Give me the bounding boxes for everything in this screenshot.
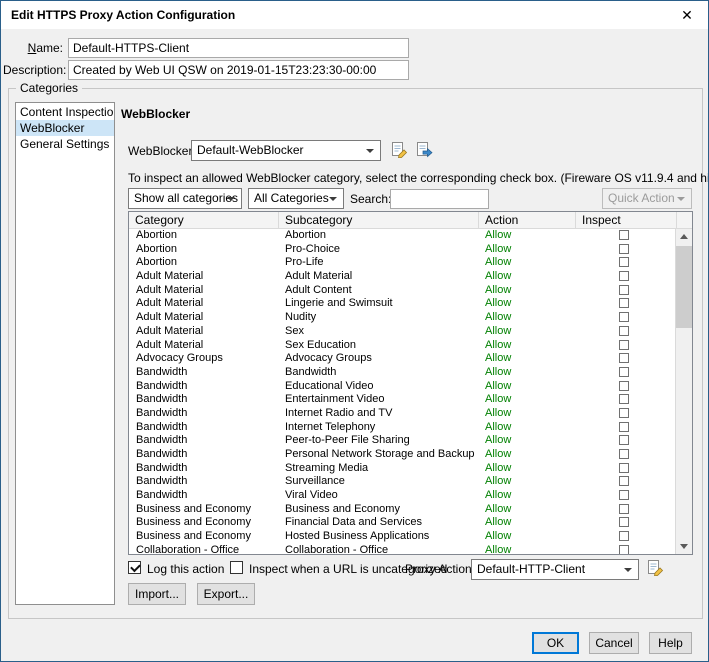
- table-row[interactable]: Bandwidth Surveillance Allow: [129, 475, 675, 489]
- close-icon[interactable]: ✕: [668, 1, 706, 29]
- table-row[interactable]: Adult Material Adult Content Allow: [129, 284, 675, 298]
- inspect-checkbox[interactable]: [619, 380, 629, 391]
- description-field[interactable]: [68, 60, 409, 80]
- ok-button[interactable]: OK: [532, 632, 579, 654]
- view-webblocker-button[interactable]: [413, 140, 436, 162]
- inspect-checkbox[interactable]: [619, 366, 629, 377]
- table-row[interactable]: Advocacy Groups Advocacy Groups Allow: [129, 352, 675, 366]
- table-row[interactable]: Bandwidth Entertainment Video Allow: [129, 393, 675, 407]
- export-button[interactable]: Export...: [197, 583, 255, 605]
- table-row[interactable]: Abortion Pro-Choice Allow: [129, 243, 675, 257]
- column-header-action[interactable]: Action: [479, 212, 576, 229]
- inspect-checkbox[interactable]: [619, 284, 629, 295]
- inspect-checkbox[interactable]: [619, 503, 629, 514]
- table-row[interactable]: Bandwidth Streaming Media Allow: [129, 462, 675, 476]
- cancel-button[interactable]: Cancel: [589, 632, 639, 654]
- title-bar: Edit HTTPS Proxy Action Configuration ✕: [1, 1, 708, 29]
- inspect-checkbox[interactable]: [619, 407, 629, 418]
- column-header-inspect[interactable]: Inspect: [576, 212, 677, 229]
- inspect-checkbox[interactable]: [619, 435, 629, 446]
- open-page-icon: [416, 141, 433, 161]
- inspect-checkbox[interactable]: [619, 353, 629, 364]
- categories-list-item[interactable]: General Settings: [16, 136, 114, 152]
- edit-icon: [647, 559, 664, 579]
- inspect-checkbox[interactable]: [619, 394, 629, 405]
- categories-group-label: Categories: [16, 81, 83, 95]
- inspect-checkbox[interactable]: [619, 517, 629, 528]
- table-row[interactable]: Collaboration - Office Collaboration - Of…: [129, 544, 675, 554]
- proxy-action-dropdown[interactable]: Default-HTTP-Client: [471, 559, 639, 580]
- table-row[interactable]: Bandwidth Educational Video Allow: [129, 380, 675, 394]
- table-row[interactable]: Business and Economy Business and Economy…: [129, 503, 675, 517]
- inspect-checkbox[interactable]: [619, 462, 629, 473]
- inspect-checkbox[interactable]: [619, 490, 629, 501]
- import-button[interactable]: Import...: [128, 583, 186, 605]
- inspect-checkbox[interactable]: [619, 257, 629, 268]
- table-row[interactable]: Adult Material Sex Education Allow: [129, 339, 675, 353]
- categories-list-item[interactable]: WebBlocker: [16, 120, 114, 136]
- edit-icon: [391, 141, 408, 161]
- category-filter-dropdown[interactable]: Show all categories: [128, 188, 242, 209]
- quick-action-dropdown[interactable]: Quick Action: [602, 188, 692, 209]
- table-scrollbar[interactable]: [675, 229, 692, 554]
- category-table: Category Subcategory Action Inspect Abor…: [128, 211, 693, 555]
- category-table-header: Category Subcategory Action Inspect: [129, 212, 692, 229]
- inspect-checkbox[interactable]: [619, 243, 629, 254]
- table-row[interactable]: Adult Material Nudity Allow: [129, 311, 675, 325]
- inspect-info-text: To inspect an allowed WebBlocker categor…: [128, 171, 709, 185]
- table-row[interactable]: Adult Material Sex Allow: [129, 325, 675, 339]
- inspect-checkbox[interactable]: [619, 271, 629, 282]
- name-field[interactable]: [68, 38, 409, 58]
- table-row[interactable]: Bandwidth Internet Telephony Allow: [129, 421, 675, 435]
- edit-https-proxy-action-dialog: Edit HTTPS Proxy Action Configuration ✕ …: [0, 0, 709, 662]
- inspect-checkbox[interactable]: [619, 544, 629, 554]
- table-row[interactable]: Bandwidth Viral Video Allow: [129, 489, 675, 503]
- webblocker-selector-dropdown[interactable]: Default-WebBlocker: [191, 140, 381, 161]
- scrollbar-thumb[interactable]: [676, 246, 692, 328]
- table-row[interactable]: Abortion Abortion Allow: [129, 229, 675, 243]
- proxy-action-label: Proxy Action:: [405, 562, 476, 576]
- search-label: Search:: [350, 192, 392, 206]
- scroll-down-icon[interactable]: [676, 538, 692, 554]
- table-row[interactable]: Adult Material Lingerie and Swimsuit Allow: [129, 297, 675, 311]
- table-row[interactable]: Bandwidth Peer-to-Peer File Sharing Allow: [129, 434, 675, 448]
- panel-heading: WebBlocker: [121, 107, 191, 121]
- inspect-checkbox[interactable]: [619, 421, 629, 432]
- log-action-checkbox[interactable]: [128, 561, 141, 574]
- column-header-category[interactable]: Category: [129, 212, 279, 229]
- table-row[interactable]: Business and Economy Hosted Business Appl…: [129, 530, 675, 544]
- inspect-checkbox[interactable]: [619, 325, 629, 336]
- uncategorized-checkbox[interactable]: [230, 561, 243, 574]
- search-input[interactable]: [390, 189, 489, 209]
- inspect-checkbox[interactable]: [619, 449, 629, 459]
- column-header-subcategory[interactable]: Subcategory: [279, 212, 479, 229]
- scroll-up-icon[interactable]: [676, 229, 692, 245]
- table-row[interactable]: Abortion Pro-Life Allow: [129, 256, 675, 270]
- edit-webblocker-button[interactable]: [388, 140, 411, 162]
- inspect-checkbox[interactable]: [619, 230, 629, 240]
- log-action-label: Log this action: [147, 562, 225, 576]
- categories-list-item[interactable]: Content Inspection: [16, 104, 114, 120]
- webblocker-selector-label: WebBlocker:: [128, 144, 196, 158]
- inspect-checkbox[interactable]: [619, 476, 629, 487]
- table-row[interactable]: Bandwidth Internet Radio and TV Allow: [129, 407, 675, 421]
- description-label: Description:: [3, 63, 67, 77]
- table-row[interactable]: Bandwidth Bandwidth Allow: [129, 366, 675, 380]
- inspect-checkbox[interactable]: [619, 298, 629, 309]
- table-row[interactable]: Adult Material Adult Material Allow: [129, 270, 675, 284]
- inspect-checkbox[interactable]: [619, 531, 629, 542]
- table-row[interactable]: Bandwidth Personal Network Storage and Ba…: [129, 448, 675, 462]
- category-table-body: Abortion Abortion Allow Abortion Pro-Choice A…: [129, 229, 675, 554]
- name-label: Name:: [27, 41, 63, 55]
- categories-listbox[interactable]: Content Inspection WebBlocker General Sett…: [15, 102, 115, 605]
- help-button[interactable]: Help: [649, 632, 692, 654]
- table-row[interactable]: Business and Economy Financial Data and S…: [129, 516, 675, 530]
- inspect-checkbox[interactable]: [619, 312, 629, 323]
- inspect-checkbox[interactable]: [619, 339, 629, 350]
- subcategory-filter-dropdown[interactable]: All Categories: [248, 188, 344, 209]
- edit-proxy-action-button[interactable]: [644, 558, 667, 580]
- window-title: Edit HTTPS Proxy Action Configuration: [11, 8, 236, 22]
